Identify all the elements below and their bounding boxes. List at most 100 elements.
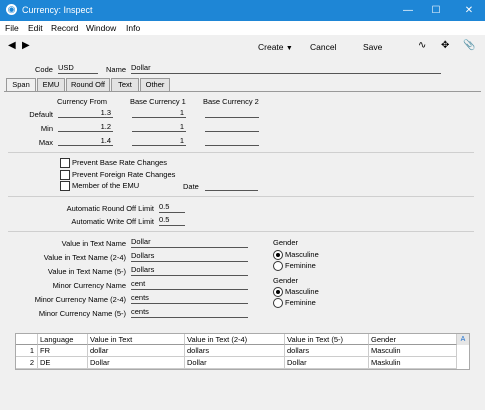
divider bbox=[8, 231, 474, 232]
code-field[interactable]: USD bbox=[58, 62, 98, 74]
grid-cell-value-in-text[interactable]: dollar bbox=[88, 345, 185, 357]
activity-icon[interactable]: ∿ bbox=[418, 40, 426, 51]
grid-header-gender[interactable]: Gender bbox=[369, 334, 457, 345]
gender-masculine-radio[interactable] bbox=[273, 250, 283, 260]
expand-icon[interactable]: ✥ bbox=[441, 40, 449, 51]
col-currency-from: Currency From bbox=[57, 97, 108, 106]
default-base2-field[interactable] bbox=[205, 107, 259, 118]
tab-other[interactable]: Other bbox=[140, 78, 170, 91]
maximize-icon[interactable]: ☐ bbox=[422, 0, 450, 21]
name-label: Name bbox=[106, 65, 127, 74]
menu-record[interactable]: Record bbox=[51, 23, 78, 33]
title-bar: ◉ Currency: Inspect — ☐ ✕ bbox=[0, 0, 485, 21]
minor-gender-feminine-radio[interactable] bbox=[273, 298, 283, 308]
minor-gender-feminine-label: Feminine bbox=[285, 298, 316, 307]
minor-gender-masculine-label: Masculine bbox=[285, 287, 319, 296]
minimize-icon[interactable]: — bbox=[394, 0, 422, 21]
divider bbox=[8, 152, 474, 153]
member-emu-checkbox[interactable] bbox=[60, 181, 70, 191]
attachment-icon[interactable]: 📎 bbox=[463, 40, 475, 51]
col-base-currency-1: Base Currency 1 bbox=[130, 97, 186, 106]
gender-masculine-label: Masculine bbox=[285, 250, 319, 259]
auto-round-off-field[interactable]: 0.5 bbox=[159, 201, 185, 213]
menu-file[interactable]: File bbox=[5, 23, 19, 33]
grid-cell-value-in-text-5[interactable]: Dollar bbox=[285, 357, 369, 369]
grid-cell-value-in-text-2-4[interactable]: Dollar bbox=[185, 357, 285, 369]
menu-bar: File Edit Record Window Info bbox=[0, 21, 485, 35]
create-button[interactable]: Create ▼ bbox=[258, 42, 293, 52]
tab-emu[interactable]: EMU bbox=[37, 78, 65, 91]
value-in-text-2-4-label: Value in Text Name (2-4) bbox=[43, 253, 126, 262]
toolbar: ◀ ▶ Create ▼ Cancel Save ∿ ✥ 📎 bbox=[0, 35, 485, 59]
menu-info[interactable]: Info bbox=[126, 23, 140, 33]
minor-currency-2-4-field[interactable]: cents bbox=[131, 292, 248, 304]
value-in-text-5-label: Value in Text Name (5-) bbox=[47, 267, 126, 276]
grid-header-language[interactable]: Language bbox=[38, 334, 88, 345]
date-field[interactable] bbox=[205, 179, 258, 191]
minor-currency-field[interactable]: cent bbox=[131, 278, 248, 290]
grid-cell-gender[interactable]: Maskulin bbox=[369, 357, 457, 369]
grid-cell-language[interactable]: DE bbox=[38, 357, 88, 369]
grid-row-number: 2 bbox=[16, 357, 38, 369]
create-label: Create bbox=[258, 42, 284, 52]
min-from-field[interactable]: 1.2 bbox=[58, 121, 113, 132]
minor-currency-5-label: Minor Currency Name (5-) bbox=[38, 309, 126, 318]
grid-cell-value-in-text-5[interactable]: dollars bbox=[285, 345, 369, 357]
cancel-button[interactable]: Cancel bbox=[310, 42, 336, 52]
max-from-field[interactable]: 1.4 bbox=[58, 135, 113, 146]
row-max-label: Max bbox=[38, 138, 53, 147]
value-in-text-field[interactable]: Dollar bbox=[131, 236, 248, 248]
grid-header-num bbox=[16, 334, 38, 345]
member-emu-label: Member of the EMU bbox=[72, 181, 140, 190]
row-default-label: Default bbox=[29, 110, 53, 119]
prevent-base-rate-checkbox[interactable] bbox=[60, 158, 70, 168]
window-title: Currency: Inspect bbox=[22, 5, 93, 15]
minor-currency-5-field[interactable]: cents bbox=[131, 306, 248, 318]
tab-span[interactable]: Span bbox=[6, 78, 36, 92]
menu-edit[interactable]: Edit bbox=[28, 23, 43, 33]
save-button[interactable]: Save bbox=[363, 42, 382, 52]
auto-write-off-field[interactable]: 0.5 bbox=[159, 214, 185, 226]
gender-feminine-radio[interactable] bbox=[273, 261, 283, 271]
previous-record-icon[interactable]: ◀ bbox=[8, 40, 16, 51]
auto-round-off-label: Automatic Round Off Limit bbox=[66, 204, 154, 213]
menu-window[interactable]: Window bbox=[86, 23, 116, 33]
min-base2-field[interactable] bbox=[205, 121, 259, 132]
grid-row-number: 1 bbox=[16, 345, 38, 357]
grid-header-value-in-text[interactable]: Value in Text bbox=[88, 334, 185, 345]
divider bbox=[8, 196, 474, 197]
minor-gender-label: Gender bbox=[273, 276, 299, 285]
next-record-icon[interactable]: ▶ bbox=[22, 40, 30, 51]
prevent-foreign-rate-checkbox[interactable] bbox=[60, 170, 70, 180]
code-label: Code bbox=[35, 65, 53, 74]
tab-panel-border bbox=[4, 91, 481, 92]
min-base1-field[interactable]: 1 bbox=[132, 121, 186, 132]
app-icon: ◉ bbox=[6, 4, 17, 15]
chevron-down-icon: ▼ bbox=[285, 45, 293, 52]
value-in-text-2-4-field[interactable]: Dollars bbox=[131, 250, 248, 262]
default-base1-field[interactable]: 1 bbox=[132, 107, 186, 118]
value-in-text-5-field[interactable]: Dollars bbox=[131, 264, 248, 276]
default-from-field[interactable]: 1.3 bbox=[58, 107, 113, 118]
name-field[interactable]: Dollar bbox=[131, 62, 441, 74]
grid-header-value-in-text-5[interactable]: Value in Text (5-) bbox=[285, 334, 369, 345]
minor-gender-masculine-radio[interactable] bbox=[273, 287, 283, 297]
tab-round-off[interactable]: Round Off bbox=[66, 78, 110, 91]
grid-cell-value-in-text[interactable]: Dollar bbox=[88, 357, 185, 369]
date-label: Date bbox=[183, 182, 199, 191]
grid-cell-value-in-text-2-4[interactable]: dollars bbox=[185, 345, 285, 357]
grid-cell-language[interactable]: FR bbox=[38, 345, 88, 357]
minor-currency-2-4-label: Minor Currency Name (2-4) bbox=[34, 295, 126, 304]
grid-cell-gender[interactable]: Masculin bbox=[369, 345, 457, 357]
close-icon[interactable]: ✕ bbox=[455, 0, 483, 21]
minor-currency-label: Minor Currency Name bbox=[52, 281, 126, 290]
value-in-text-label: Value in Text Name bbox=[61, 239, 126, 248]
prevent-base-rate-label: Prevent Base Rate Changes bbox=[72, 158, 168, 167]
prevent-foreign-rate-label: Prevent Foreign Rate Changes bbox=[72, 170, 176, 179]
max-base2-field[interactable] bbox=[205, 135, 259, 146]
grid-scroll-up-button[interactable]: A bbox=[457, 334, 469, 345]
tab-text[interactable]: Text bbox=[111, 78, 139, 91]
grid-header-value-in-text-2-4[interactable]: Value in Text (2-4) bbox=[185, 334, 285, 345]
max-base1-field[interactable]: 1 bbox=[132, 135, 186, 146]
gender-feminine-label: Feminine bbox=[285, 261, 316, 270]
